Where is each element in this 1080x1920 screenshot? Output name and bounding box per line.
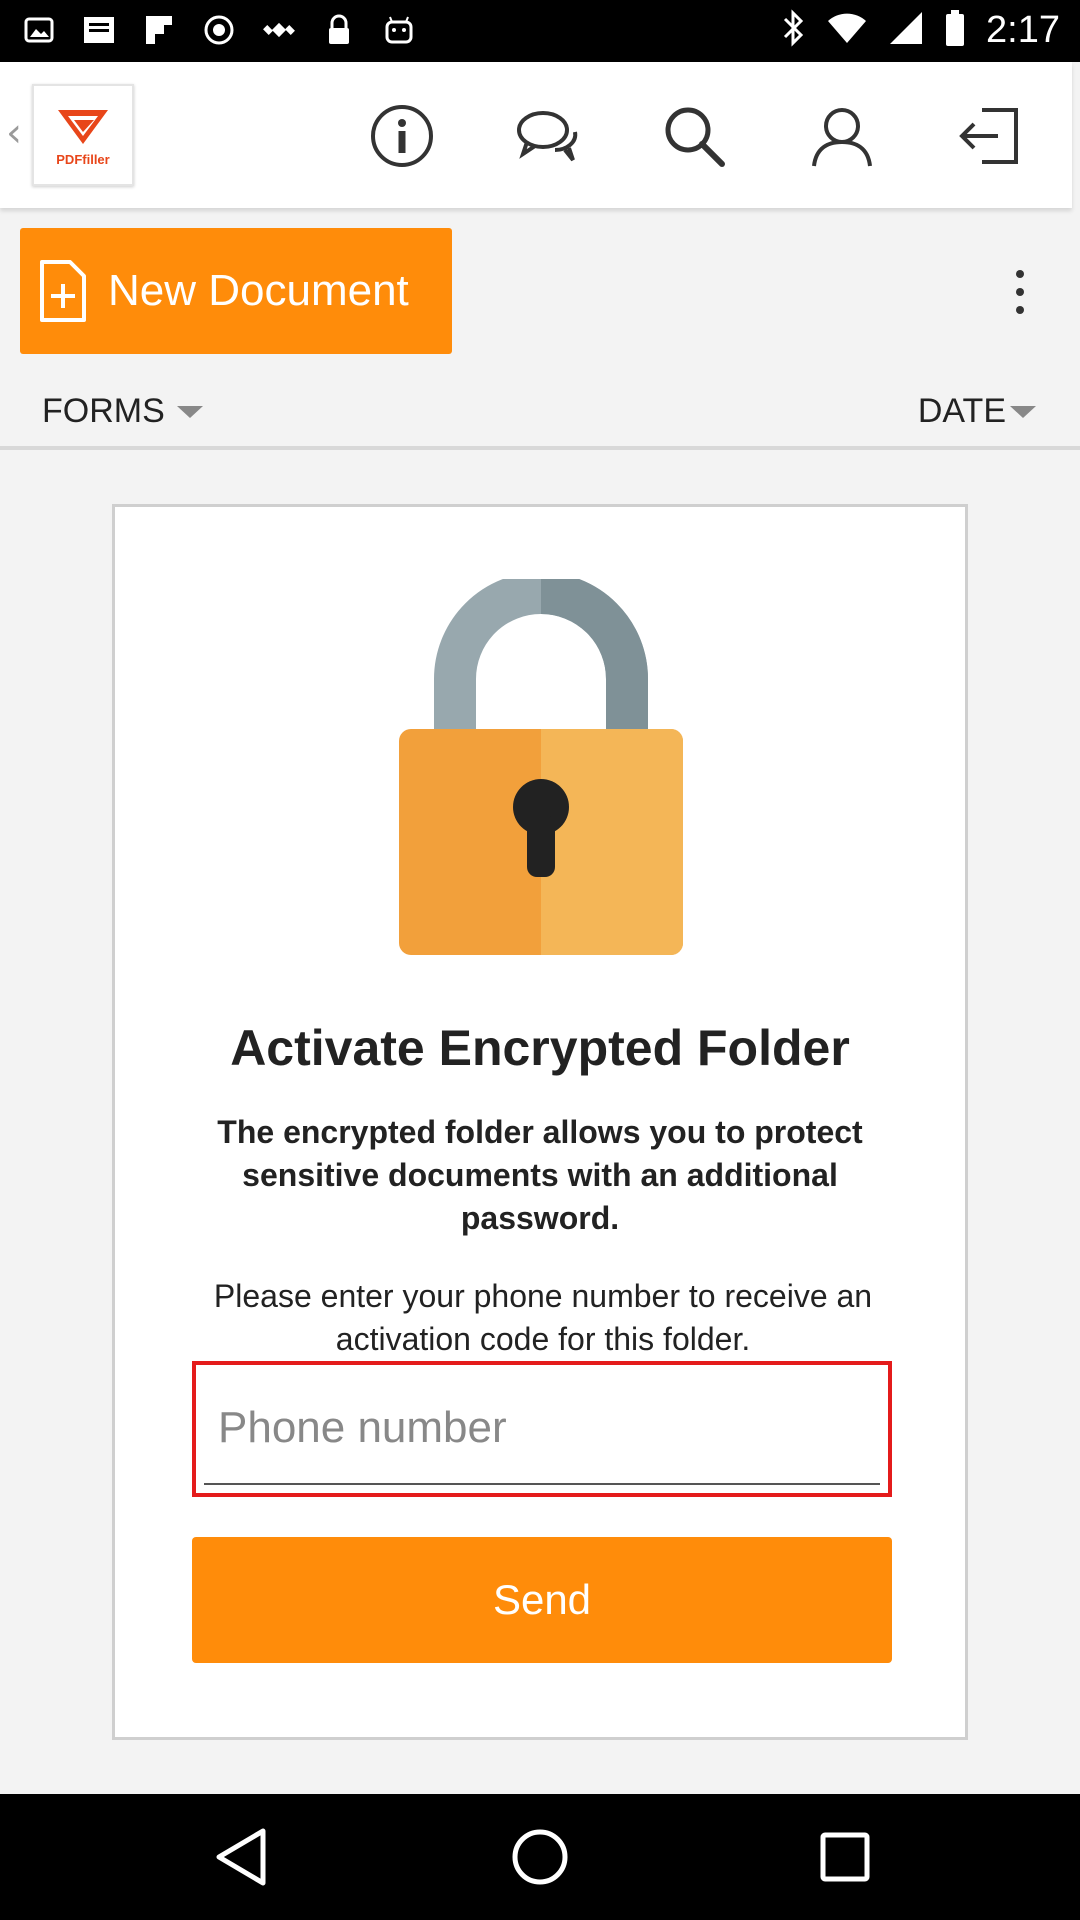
new-document-icon [40,260,86,322]
status-right-icons: 2:17 [780,8,1060,53]
send-button[interactable]: Send [192,1537,892,1663]
date-sort-dropdown[interactable]: DATE [918,392,1036,431]
info-icon[interactable] [368,102,436,170]
status-time: 2:17 [986,9,1060,51]
sync-icon [200,10,238,50]
forms-filter-label: FORMS [42,392,165,430]
lock-icon [320,10,358,50]
signal-icon [888,10,924,51]
dialog-description: The encrypted folder allows you to prote… [217,1114,863,1236]
sort-row: FORMS DATE [0,384,1080,450]
more-options-icon[interactable] [1010,270,1030,314]
back-icon[interactable] [205,1822,275,1892]
chat-icon[interactable] [514,102,582,170]
dialog-prompt: Please enter your phone number to receiv… [213,1278,873,1357]
new-document-label: New Document [108,266,409,315]
back-chevron-icon[interactable]: ‹ [6,110,22,156]
dropdown-arrow-icon [1010,405,1036,418]
app-bar: ‹ PDFfiller [0,62,1072,208]
navigation-bar [0,1794,1080,1920]
android-icon [380,10,418,50]
image-icon [20,10,58,50]
status-bar: 2:17 [0,0,1080,62]
satellite-icon [260,10,298,50]
new-document-button[interactable]: New Document [20,228,452,354]
divider [0,446,1080,450]
padlock-icon [399,579,683,955]
encrypted-folder-dialog: Activate Encrypted Folder The encrypted … [112,504,968,1740]
forms-filter-dropdown[interactable]: FORMS [42,392,203,431]
bluetooth-icon [780,8,806,53]
wifi-icon [826,11,868,50]
flipboard-icon [140,10,178,50]
dropdown-arrow-icon [176,405,203,418]
search-icon[interactable] [660,102,728,170]
phone-number-input[interactable] [204,1373,880,1485]
status-left-icons [20,10,418,50]
phone-number-field [192,1361,892,1497]
recents-icon[interactable] [810,1822,880,1892]
pdffiller-logo-icon [58,109,108,144]
logo-text: PDFfiller [56,151,110,167]
app-logo[interactable]: PDFfiller [32,84,134,186]
profile-icon[interactable] [808,102,876,170]
battery-icon [944,9,966,52]
dialog-title: Activate Encrypted Folder [230,1020,850,1076]
date-sort-label: DATE [917,392,1006,430]
logout-icon[interactable] [956,102,1024,170]
home-icon[interactable] [505,1822,575,1892]
notification-icon [80,10,118,50]
